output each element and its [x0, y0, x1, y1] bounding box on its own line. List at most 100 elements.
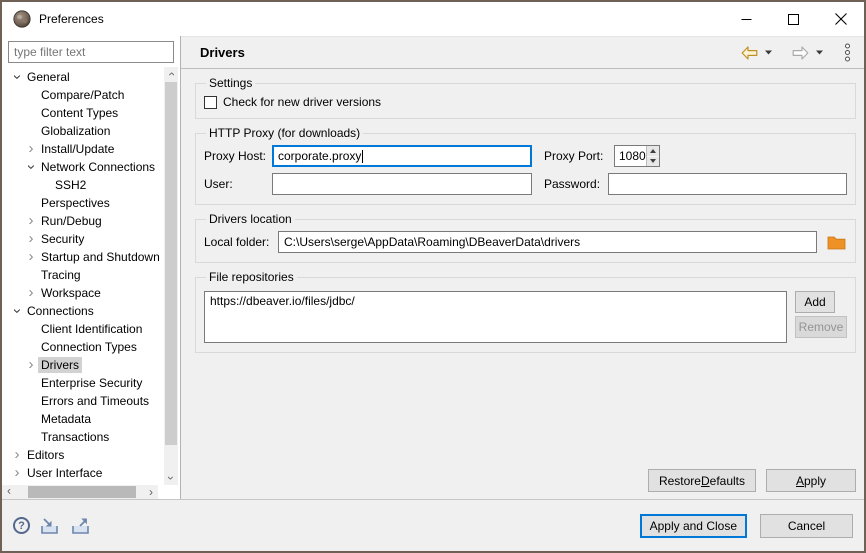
tree-item-metadata[interactable]: Metadata	[2, 410, 163, 428]
cancel-button[interactable]: Cancel	[760, 514, 853, 538]
window-controls	[723, 2, 864, 36]
driver-version-check-row[interactable]: Check for new driver versions	[204, 95, 847, 109]
tree-item-label: Content Types	[38, 105, 121, 121]
maximize-icon	[788, 14, 799, 25]
tree-item-run-debug[interactable]: ›Run/Debug	[2, 212, 163, 230]
vertical-scroll-thumb[interactable]	[165, 82, 177, 445]
filter-input[interactable]	[8, 41, 174, 63]
horizontal-scrollbar[interactable]: › ›	[2, 485, 158, 499]
tree-item-transactions[interactable]: Transactions	[2, 428, 163, 446]
apply-button[interactable]: Apply	[766, 469, 856, 492]
tree-item-editors[interactable]: ›Editors	[2, 446, 163, 464]
tree-item-ssh2[interactable]: SSH2	[2, 176, 163, 194]
view-menu-icon[interactable]	[843, 43, 852, 62]
folder-icon	[827, 235, 846, 250]
tree-item-label: Install/Update	[38, 141, 117, 157]
tree-item-user-interface[interactable]: ›User Interface	[2, 464, 163, 482]
tree-item-startup-and-shutdown[interactable]: ›Startup and Shutdown	[2, 248, 163, 266]
horizontal-scroll-thumb[interactable]	[28, 486, 136, 498]
tree-item-errors-and-timeouts[interactable]: Errors and Timeouts	[2, 392, 163, 410]
chevron-right-icon[interactable]: ›	[10, 448, 24, 462]
user-label: User:	[204, 177, 272, 191]
tree-item-perspectives[interactable]: Perspectives	[2, 194, 163, 212]
settings-content: Settings Check for new driver versions H…	[181, 69, 864, 499]
tree-item-label: Editors	[24, 447, 67, 463]
user-input[interactable]	[272, 173, 532, 195]
proxy-host-value: corporate.proxy	[278, 149, 361, 163]
minimize-button[interactable]	[723, 2, 770, 36]
tree-item-workspace[interactable]: ›Workspace	[2, 284, 163, 302]
tree-item-connection-types[interactable]: Connection Types	[2, 338, 163, 356]
apply-and-close-button[interactable]: Apply and Close	[640, 514, 747, 538]
title-bar: Preferences	[2, 2, 864, 36]
dialog-footer: Apply and Close Cancel	[2, 499, 864, 551]
tree-item-network-connections[interactable]: ›Network Connections	[2, 158, 163, 176]
tree-item-security[interactable]: ›Security	[2, 230, 163, 248]
tree-item-drivers[interactable]: ›Drivers	[2, 356, 163, 374]
back-arrow-icon[interactable]	[741, 46, 758, 60]
chevron-right-icon[interactable]: ›	[24, 232, 38, 246]
preferences-window: Preferences ›GeneralCompare/PatchContent…	[0, 0, 866, 553]
tree-item-enterprise-security[interactable]: Enterprise Security	[2, 374, 163, 392]
tree-item-connections[interactable]: ›Connections	[2, 302, 163, 320]
tree-item-content-types[interactable]: Content Types	[2, 104, 163, 122]
chevron-down-icon[interactable]: ›	[24, 160, 38, 174]
maximize-button[interactable]	[770, 2, 817, 36]
chevron-right-icon[interactable]: ›	[24, 142, 38, 156]
http-proxy-group: HTTP Proxy (for downloads) Proxy Host: c…	[195, 126, 856, 205]
page-action-row: Restore Defaults Apply	[195, 469, 856, 492]
tree-item-compare-patch[interactable]: Compare/Patch	[2, 86, 163, 104]
browse-folder-button[interactable]	[825, 233, 847, 251]
repository-list-item[interactable]: https://dbeaver.io/files/jdbc/	[205, 292, 786, 310]
close-button[interactable]	[817, 2, 864, 36]
chevron-down-icon[interactable]: ›	[10, 70, 24, 84]
chevron-right-icon[interactable]: ›	[10, 466, 24, 480]
scroll-up-icon[interactable]: ›	[164, 67, 178, 81]
tree-item-tracing[interactable]: Tracing	[2, 266, 163, 284]
footer-buttons: Apply and Close Cancel	[640, 514, 853, 538]
spinner-down-icon	[650, 159, 656, 163]
chevron-right-icon[interactable]: ›	[24, 250, 38, 264]
import-settings-icon[interactable]	[39, 517, 61, 535]
back-dropdown-icon[interactable]	[765, 50, 772, 55]
chevron-right-icon[interactable]: ›	[24, 286, 38, 300]
local-folder-input[interactable]: C:\Users\serge\AppData\Roaming\DBeaverDa…	[278, 231, 817, 253]
settings-group-legend: Settings	[206, 76, 255, 90]
forward-arrow-icon[interactable]	[792, 46, 809, 60]
dialog-body: ›GeneralCompare/PatchContent TypesGlobal…	[2, 36, 864, 499]
apply-label-rest: pply	[804, 474, 826, 488]
tree-item-label: Perspectives	[38, 195, 113, 211]
tree-item-label: Compare/Patch	[38, 87, 127, 103]
tree-item-label: General	[24, 69, 73, 85]
tree-item-label: Run/Debug	[38, 213, 105, 229]
add-repository-button[interactable]: Add	[795, 291, 835, 313]
forward-dropdown-icon[interactable]	[816, 50, 823, 55]
tree-item-install-update[interactable]: ›Install/Update	[2, 140, 163, 158]
chevron-right-icon[interactable]: ›	[24, 214, 38, 228]
help-icon[interactable]	[13, 517, 30, 534]
restore-defaults-label-rest: efaults	[710, 474, 745, 488]
repository-list[interactable]: https://dbeaver.io/files/jdbc/	[204, 291, 787, 343]
tree-item-label: User Interface	[24, 465, 105, 481]
spinner-down-button[interactable]	[647, 156, 659, 167]
tree-item-general[interactable]: ›General	[2, 68, 163, 86]
password-input[interactable]	[608, 173, 847, 195]
spinner-up-button[interactable]	[647, 146, 659, 156]
scroll-right-icon[interactable]: ›	[144, 485, 158, 499]
scroll-left-icon[interactable]: ›	[2, 485, 16, 499]
proxy-port-spinner[interactable]: 1080	[614, 145, 660, 167]
check-new-drivers-checkbox[interactable]	[204, 96, 217, 109]
app-icon	[13, 10, 31, 28]
remove-repository-button[interactable]: Remove	[795, 316, 847, 338]
restore-defaults-button[interactable]: Restore Defaults	[648, 469, 756, 492]
tree-item-client-identification[interactable]: Client Identification	[2, 320, 163, 338]
horizontal-scroll-track[interactable]	[16, 485, 144, 499]
vertical-scrollbar[interactable]: › ›	[164, 67, 178, 485]
tree-wrap: ›GeneralCompare/PatchContent TypesGlobal…	[2, 67, 180, 485]
scroll-down-icon[interactable]: ›	[164, 471, 178, 485]
chevron-right-icon[interactable]: ›	[24, 358, 38, 372]
proxy-host-input[interactable]: corporate.proxy	[272, 145, 532, 167]
tree-item-globalization[interactable]: Globalization	[2, 122, 163, 140]
chevron-down-icon[interactable]: ›	[10, 304, 24, 318]
export-settings-icon[interactable]	[70, 517, 92, 535]
